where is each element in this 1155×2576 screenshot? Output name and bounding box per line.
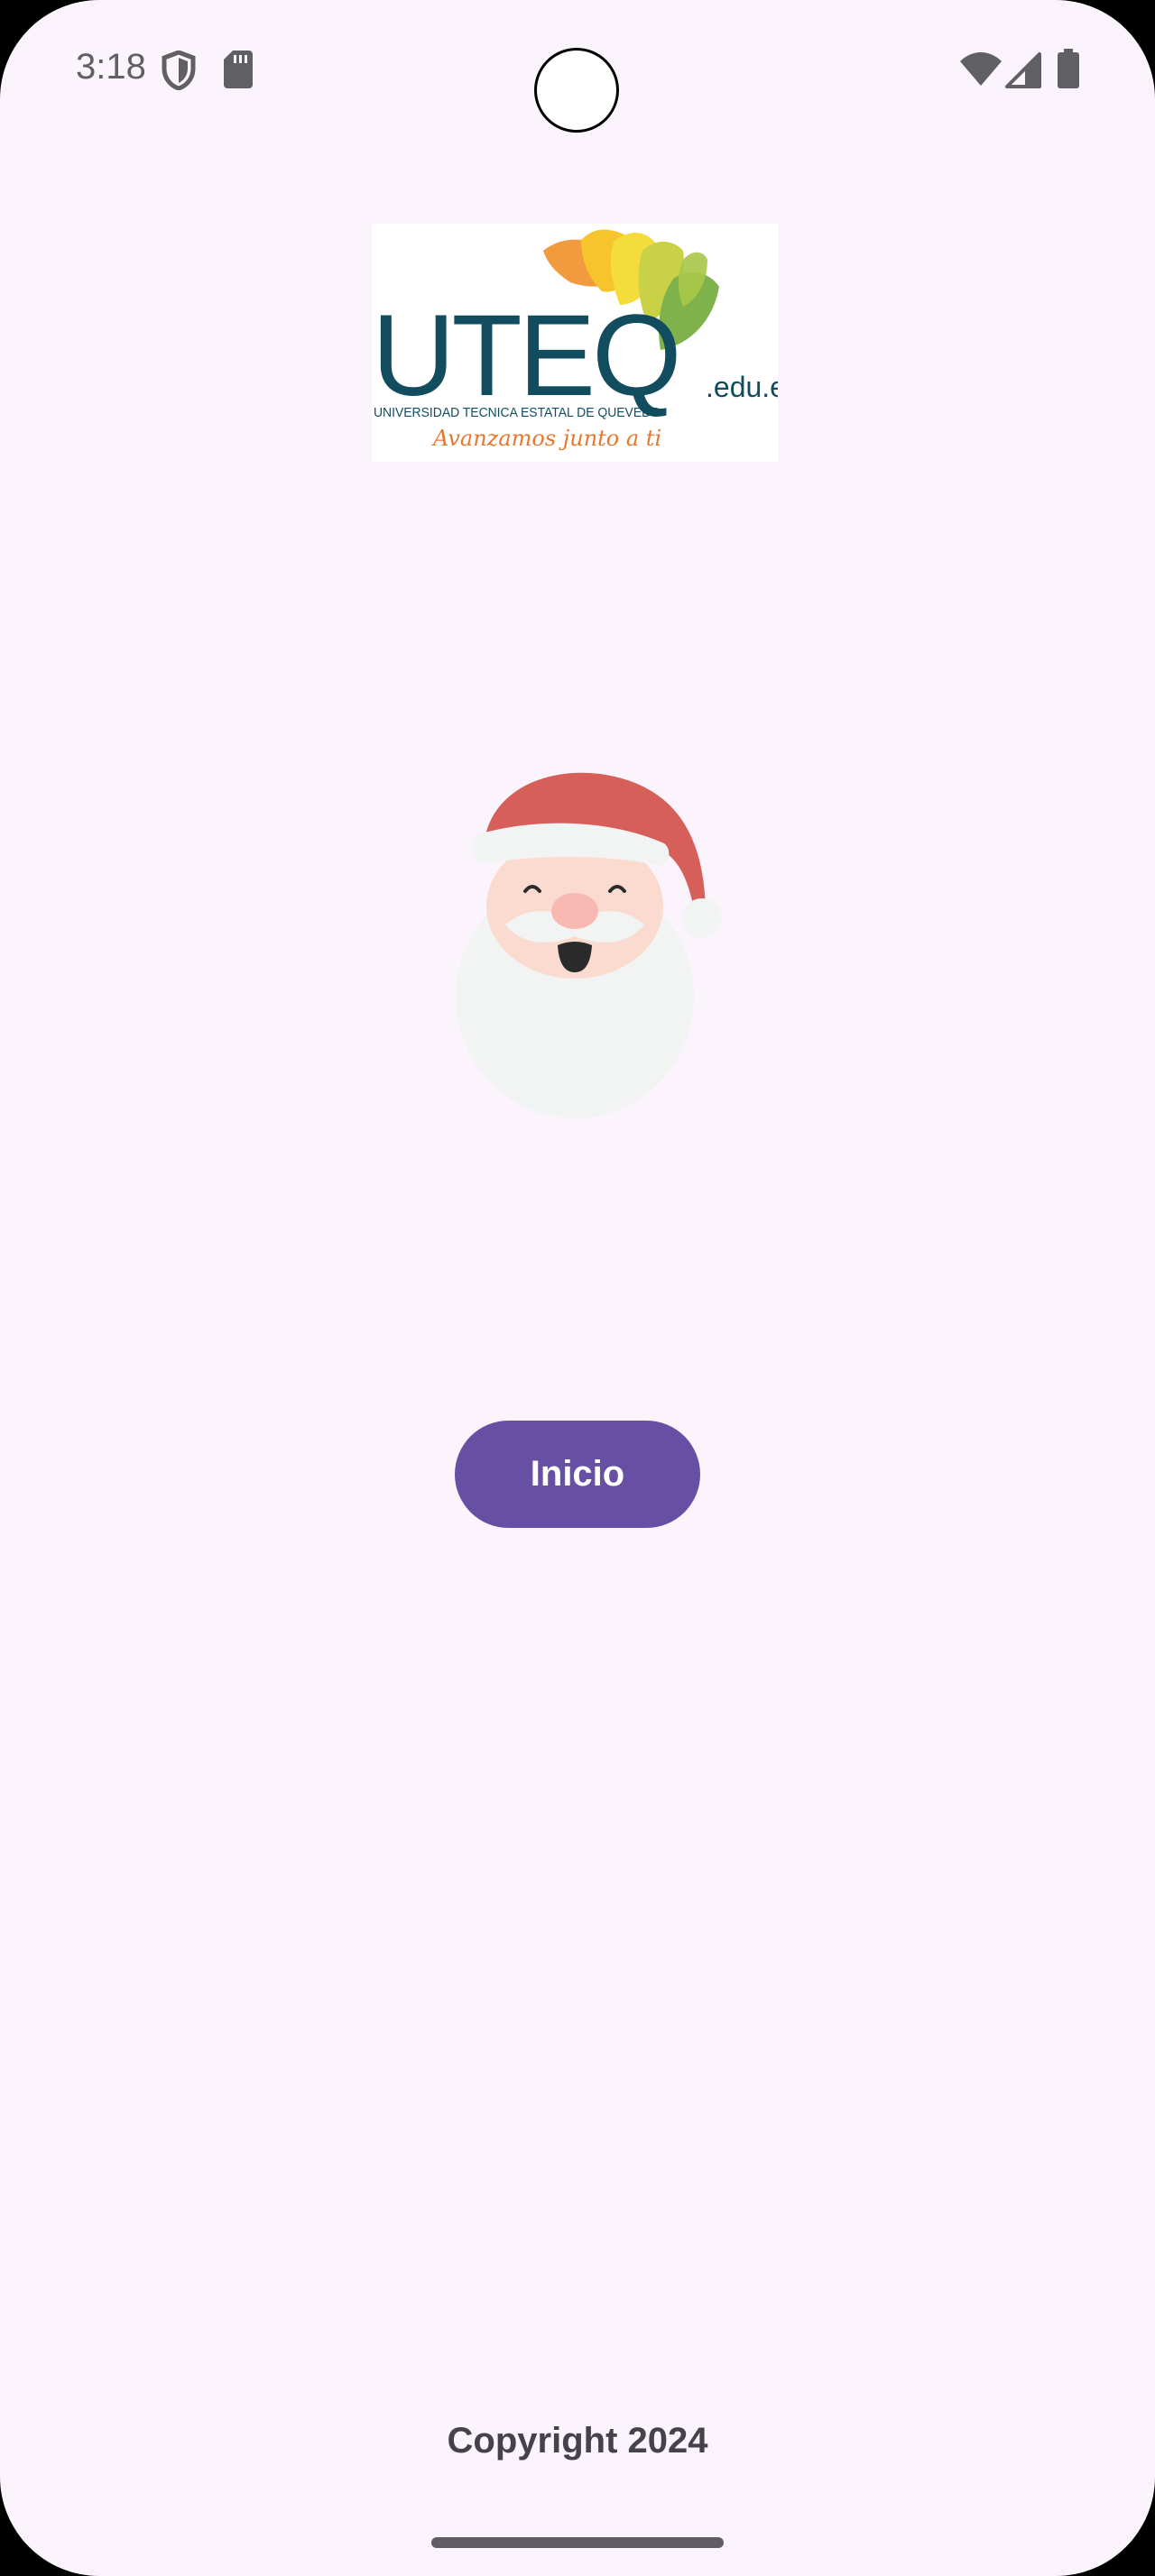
wifi-icon: [960, 52, 1002, 86]
start-button[interactable]: Inicio: [455, 1421, 700, 1528]
cell-signal-icon: [1005, 52, 1041, 88]
app-screen: 3:18 UTEQ .edu. UNIVERSIDAD TECNICA ESTA…: [0, 0, 1155, 2576]
logo-domain: .edu.ec: [706, 371, 778, 403]
copyright-text: Copyright 2024: [447, 2421, 708, 2461]
shield-icon: [162, 51, 196, 90]
home-indicator[interactable]: [431, 2537, 724, 2548]
battery-icon: [1058, 49, 1079, 88]
uteq-logo: UTEQ .edu.ec UNIVERSIDAD TECNICA ESTATAL…: [372, 224, 778, 462]
camera-cutout: [534, 48, 619, 133]
logo-slogan: Avanzamos junto a ti: [431, 426, 661, 451]
sd-card-icon: [224, 51, 253, 88]
logo-wordmark: UTEQ: [372, 291, 679, 420]
status-time: 3:18: [76, 47, 146, 87]
santa-claus-icon: [456, 772, 722, 1118]
logo-university-name: UNIVERSIDAD TECNICA ESTATAL DE QUEVEDO: [374, 405, 661, 420]
